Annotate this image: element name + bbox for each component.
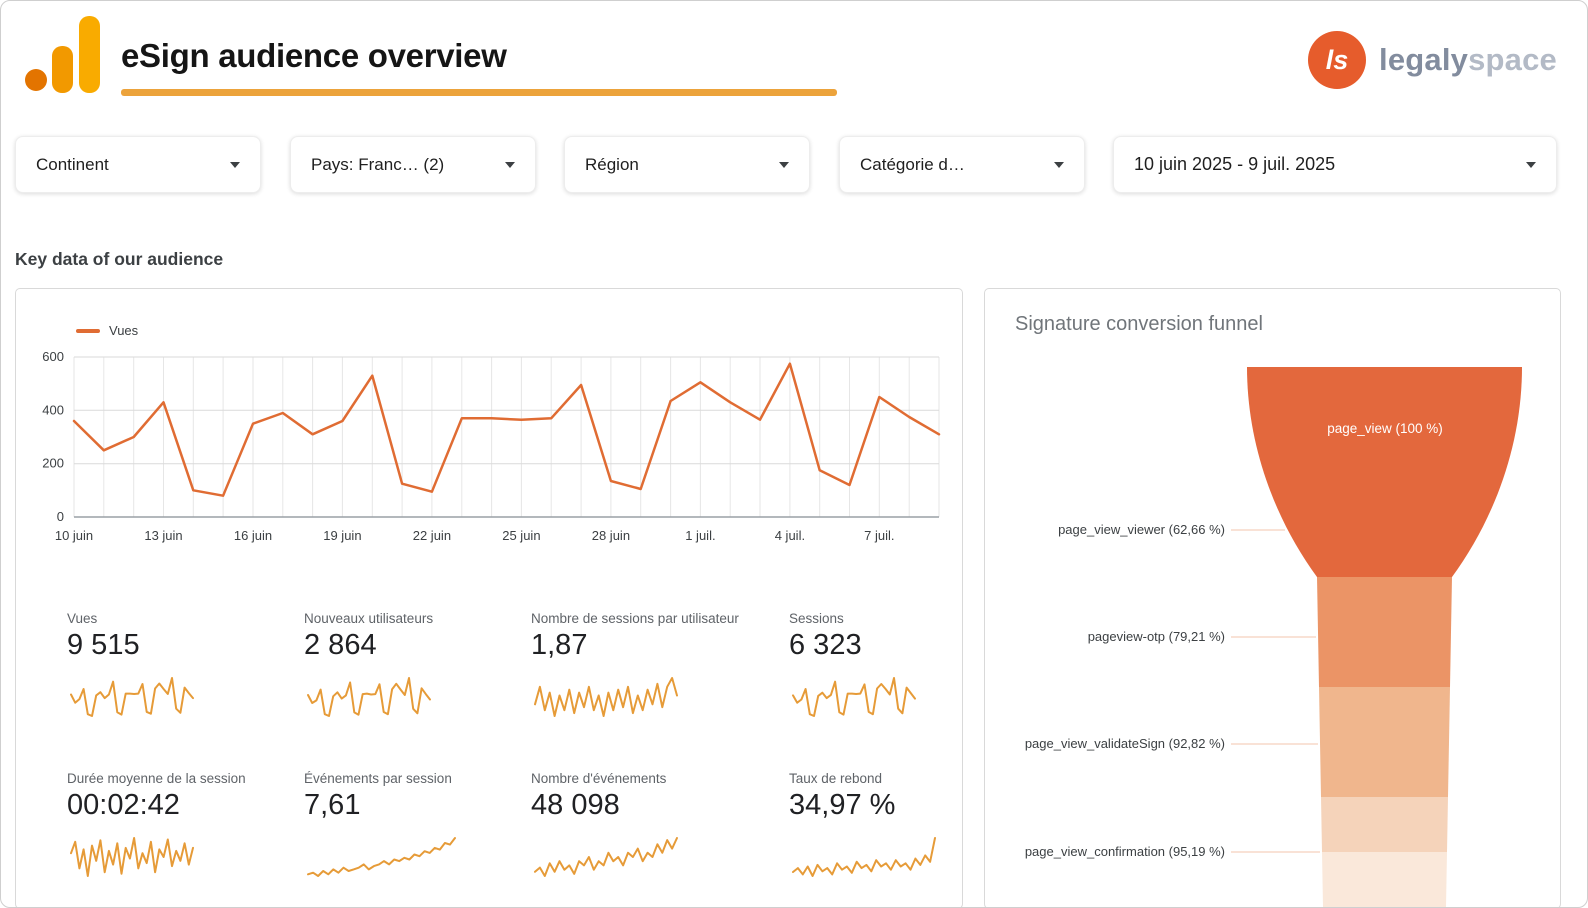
sparkline xyxy=(534,837,678,877)
svg-text:28 juin: 28 juin xyxy=(592,528,630,543)
svg-text:19 juin: 19 juin xyxy=(323,528,361,543)
sparkline xyxy=(70,837,194,877)
filter-region[interactable]: Région xyxy=(564,136,810,193)
scorecard-duree-moyenne: Durée moyenne de la session 00:02:42 xyxy=(67,771,304,907)
svg-text:400: 400 xyxy=(42,402,64,417)
section-title: Key data of our audience xyxy=(15,249,224,269)
scorecard-evenements-par-session: Événements par session 7,61 xyxy=(304,771,531,907)
title-underline xyxy=(121,89,837,96)
svg-text:200: 200 xyxy=(42,456,64,471)
svg-text:4 juil.: 4 juil. xyxy=(775,528,805,543)
svg-text:25 juin: 25 juin xyxy=(502,528,540,543)
filter-pays-label: Pays: Franc… (2) xyxy=(311,154,445,174)
sparkline xyxy=(70,677,194,717)
funnel-chart: page_view (100 %) page_view_viewer (62,66… xyxy=(1025,367,1522,907)
svg-text:page_view_validateSign (92,82: page_view_validateSign (92,82 %) xyxy=(1025,736,1225,751)
svg-text:page_view_viewer (62,66 %): page_view_viewer (62,66 %) xyxy=(1058,522,1225,537)
filter-categorie[interactable]: Catégorie d… xyxy=(839,136,1085,193)
legalyspace-logo-icon: ls xyxy=(1308,31,1366,89)
scorecard-grid: Vues 9 515 Nouveaux utilisateurs 2 864 N… xyxy=(67,611,947,907)
chevron-down-icon xyxy=(1054,161,1064,168)
legend-label: Vues xyxy=(109,323,139,338)
filter-continent[interactable]: Continent xyxy=(15,136,261,193)
audience-card: Vues 0 200 400 600 10 juin 13 juin 16 juin 19 j… xyxy=(15,288,963,907)
svg-text:page_view (100 %): page_view (100 %) xyxy=(1327,421,1443,436)
brand-monogram: ls xyxy=(1325,44,1349,75)
analytics-logo-icon xyxy=(25,15,105,93)
filter-pays[interactable]: Pays: Franc… (2) xyxy=(290,136,536,193)
svg-text:10 juin: 10 juin xyxy=(55,528,93,543)
filter-categorie-label: Catégorie d… xyxy=(860,154,965,174)
svg-text:page_view_confirmation (95,19: page_view_confirmation (95,19 %) xyxy=(1025,844,1225,859)
brand-name: legalyspace xyxy=(1379,42,1557,77)
logo-dot xyxy=(25,69,47,91)
sparkline xyxy=(534,677,678,717)
filter-continent-label: Continent xyxy=(36,154,109,174)
scorecard-taux-de-rebond: Taux de rebond 34,97 % xyxy=(789,771,947,907)
scorecard-nouveaux-utilisateurs: Nouveaux utilisateurs 2 864 xyxy=(304,611,531,771)
dashboard: eSign audience overview ls legalyspace C… xyxy=(0,0,1588,908)
svg-text:600: 600 xyxy=(42,349,64,364)
chevron-down-icon xyxy=(1526,161,1536,168)
svg-text:13 juin: 13 juin xyxy=(144,528,182,543)
scorecard-nombre-evenements: Nombre d'événements 48 098 xyxy=(531,771,789,907)
filter-date-range[interactable]: 10 juin 2025 - 9 juil. 2025 xyxy=(1113,136,1557,193)
sparkline xyxy=(307,677,431,717)
sparkline xyxy=(792,837,936,877)
sparkline xyxy=(307,837,456,877)
legend-line-icon xyxy=(76,328,100,333)
svg-text:22 juin: 22 juin xyxy=(413,528,451,543)
svg-text:pageview-otp (79,21 %): pageview-otp (79,21 %) xyxy=(1088,629,1225,644)
page-title: eSign audience overview xyxy=(121,37,507,74)
brand-logo: ls legalyspace xyxy=(1308,31,1557,89)
date-range-label: 10 juin 2025 - 9 juil. 2025 xyxy=(1134,154,1336,174)
chevron-down-icon xyxy=(505,161,515,168)
svg-text:1 juil.: 1 juil. xyxy=(685,528,715,543)
chart-legend: Vues xyxy=(76,323,138,338)
logo-bar-mid xyxy=(52,46,73,93)
vues-line-chart: 0 200 400 600 10 juin 13 juin 16 juin 19 juin 22… xyxy=(42,349,941,543)
scorecard-vues: Vues 9 515 xyxy=(67,611,304,771)
scorecard-sessions-par-utilisateur: Nombre de sessions par utilisateur 1,87 xyxy=(531,611,789,771)
chevron-down-icon xyxy=(779,161,789,168)
chevron-down-icon xyxy=(230,161,240,168)
scorecard-sessions: Sessions 6 323 xyxy=(789,611,947,771)
svg-text:7 juil.: 7 juil. xyxy=(864,528,894,543)
sparkline xyxy=(792,677,916,717)
logo-bar-tall xyxy=(79,16,100,93)
svg-text:16 juin: 16 juin xyxy=(234,528,272,543)
funnel-card: Signature conversion funnel page_view (1… xyxy=(984,288,1561,907)
filter-region-label: Région xyxy=(585,154,639,174)
svg-text:0: 0 xyxy=(57,509,64,524)
funnel-title: Signature conversion funnel xyxy=(1015,313,1263,335)
